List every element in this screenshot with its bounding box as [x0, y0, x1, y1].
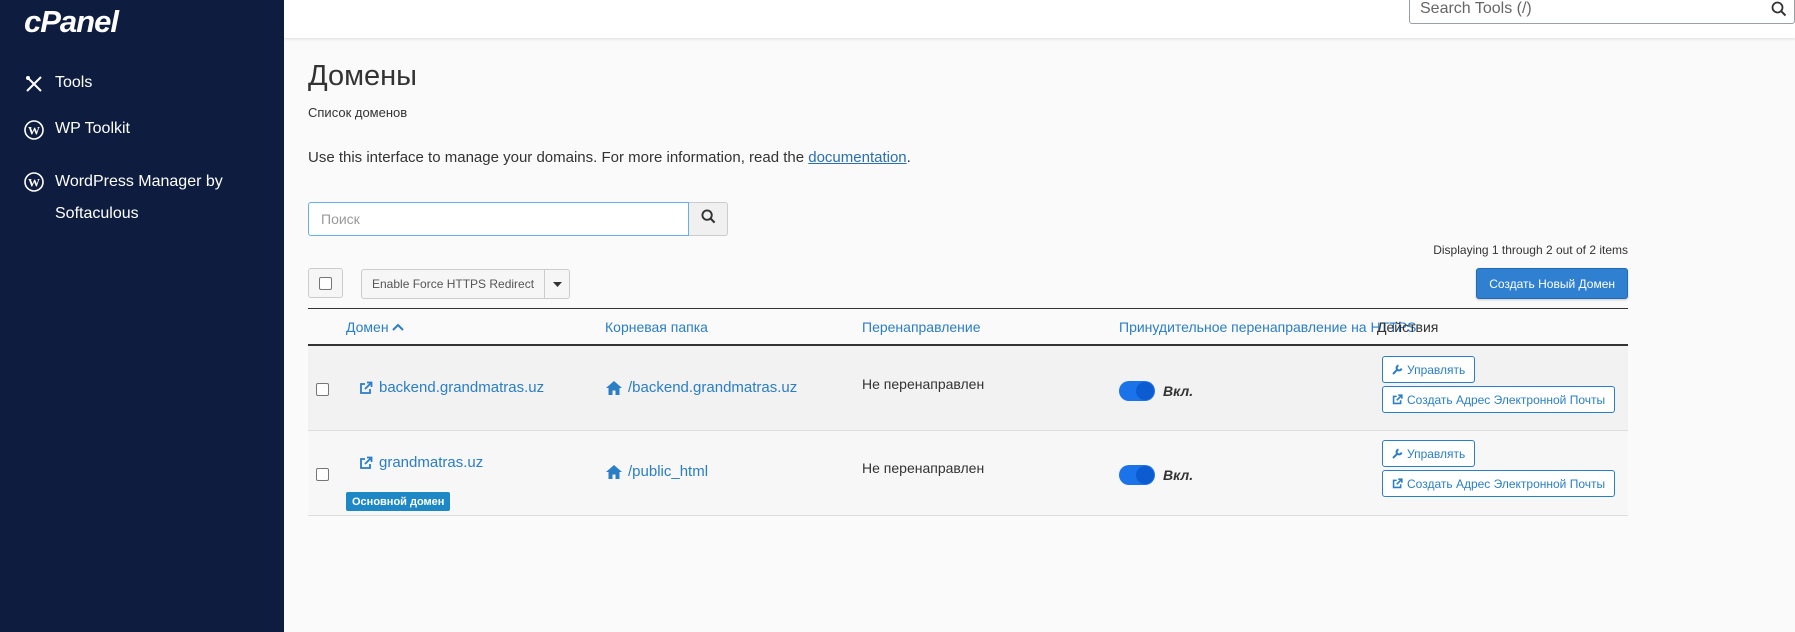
- sort-ascending-icon: [392, 319, 405, 335]
- page-subtitle: Список доменов: [308, 105, 408, 120]
- column-root[interactable]: Корневая папка: [605, 319, 708, 335]
- root-path: /public_html: [628, 463, 709, 480]
- domain-name: backend.grandmatras.uz: [379, 379, 545, 396]
- column-redirect[interactable]: Перенаправление: [862, 319, 981, 335]
- column-domain[interactable]: Домен: [346, 319, 405, 335]
- search-icon[interactable]: [1764, 1, 1794, 17]
- manage-button[interactable]: Управлять: [1382, 440, 1476, 467]
- sidebar-item-wordpress-manager[interactable]: W WordPress Manager by Softaculous: [24, 166, 264, 230]
- table-header: Домен Корневая папка Перенаправление При…: [308, 308, 1628, 346]
- wrench-icon: [1392, 448, 1403, 459]
- force-https-toggle[interactable]: Вкл.: [1119, 465, 1193, 485]
- home-icon: [605, 380, 623, 396]
- root-folder-link[interactable]: /backend.grandmatras.uz: [605, 379, 797, 396]
- checkbox[interactable]: [319, 276, 332, 290]
- sidebar-item-wp-toolkit[interactable]: W WP Toolkit: [24, 120, 130, 140]
- domain-link[interactable]: backend.grandmatras.uz: [359, 379, 544, 396]
- create-email-button[interactable]: Создать Адрес Электронной Почты: [1382, 470, 1616, 497]
- domains-table: Домен Корневая папка Перенаправление При…: [308, 308, 1628, 516]
- row-checkbox[interactable]: [316, 468, 329, 481]
- svg-text:W: W: [28, 124, 40, 138]
- caret-down-icon: [552, 275, 562, 293]
- search-icon: [701, 209, 716, 229]
- sidebar-item-label: WP Toolkit: [55, 120, 130, 137]
- topbar: Search Tools (/): [284, 0, 1795, 38]
- manage-label: Управлять: [1407, 362, 1466, 377]
- tools-icon: [24, 74, 44, 94]
- sidebar: cPanel Tools W WP Toolkit W WordPress Ma…: [0, 0, 284, 632]
- root-path: /backend.grandmatras.uz: [628, 379, 798, 396]
- toggle-switch[interactable]: [1119, 465, 1155, 485]
- sidebar-item-label: WordPress Manager by Softaculous: [55, 173, 223, 222]
- description-end: .: [906, 149, 911, 166]
- toggle-label: Вкл.: [1163, 467, 1194, 483]
- tools-search-input[interactable]: Search Tools (/): [1409, 0, 1795, 24]
- tools-search-placeholder: Search Tools (/): [1420, 0, 1532, 17]
- row-checkbox[interactable]: [316, 383, 329, 396]
- domain-search: Поиск: [308, 202, 728, 236]
- home-icon: [605, 464, 623, 480]
- page-description: Use this interface to manage your domain…: [308, 149, 911, 166]
- primary-domain-badge: Основной домен: [346, 492, 451, 511]
- redirect-status: Не перенаправлен: [862, 376, 985, 392]
- redirect-status: Не перенаправлен: [862, 460, 985, 476]
- column-actions: Действия: [1377, 319, 1439, 335]
- documentation-link[interactable]: documentation: [808, 149, 906, 166]
- page-title: Домены: [308, 60, 418, 92]
- force-https-split-button: Enable Force HTTPS Redirect: [361, 269, 571, 299]
- external-link-icon: [359, 381, 373, 395]
- toggle-label: Вкл.: [1163, 383, 1194, 399]
- external-link-icon: [1392, 394, 1403, 405]
- enable-force-https-button[interactable]: Enable Force HTTPS Redirect: [362, 270, 546, 298]
- manage-label: Управлять: [1407, 446, 1466, 461]
- domain-link[interactable]: grandmatras.uz: [359, 454, 483, 471]
- select-all-checkbox[interactable]: [308, 268, 343, 298]
- root-folder-link[interactable]: /public_html: [605, 463, 708, 480]
- create-domain-button[interactable]: Создать Новый Домен: [1476, 268, 1628, 299]
- create-email-label: Создать Адрес Электронной Почты: [1407, 392, 1606, 407]
- wordpress-icon: W: [24, 172, 44, 192]
- wrench-icon: [1392, 364, 1403, 375]
- external-link-icon: [1392, 478, 1403, 489]
- table-row: grandmatras.uz Основной домен /public_ht…: [308, 431, 1628, 516]
- sidebar-item-label: Tools: [55, 74, 93, 91]
- external-link-icon: [359, 456, 373, 470]
- domain-name: grandmatras.uz: [379, 454, 484, 471]
- create-email-label: Создать Адрес Электронной Почты: [1407, 476, 1606, 491]
- toggle-switch[interactable]: [1119, 381, 1155, 401]
- column-force-https[interactable]: Принудительное перенаправление на HTTPS: [1119, 319, 1416, 335]
- manage-button[interactable]: Управлять: [1382, 356, 1476, 383]
- domain-search-input[interactable]: Поиск: [308, 202, 690, 236]
- sidebar-item-tools[interactable]: Tools: [24, 74, 92, 94]
- pagination-info: Displaying 1 through 2 out of 2 items: [1433, 243, 1628, 257]
- https-dropdown-toggle[interactable]: [545, 270, 569, 298]
- table-row: backend.grandmatras.uz /backend.grandmat…: [308, 346, 1628, 431]
- force-https-toggle[interactable]: Вкл.: [1119, 381, 1193, 401]
- svg-text:W: W: [28, 176, 40, 190]
- column-domain-label: Домен: [346, 319, 389, 335]
- cpanel-logo[interactable]: cPanel: [24, 4, 119, 40]
- wordpress-icon: W: [24, 120, 44, 140]
- domain-search-button[interactable]: [689, 202, 728, 236]
- description-text: Use this interface to manage your domain…: [308, 149, 809, 166]
- create-email-button[interactable]: Создать Адрес Электронной Почты: [1382, 386, 1616, 413]
